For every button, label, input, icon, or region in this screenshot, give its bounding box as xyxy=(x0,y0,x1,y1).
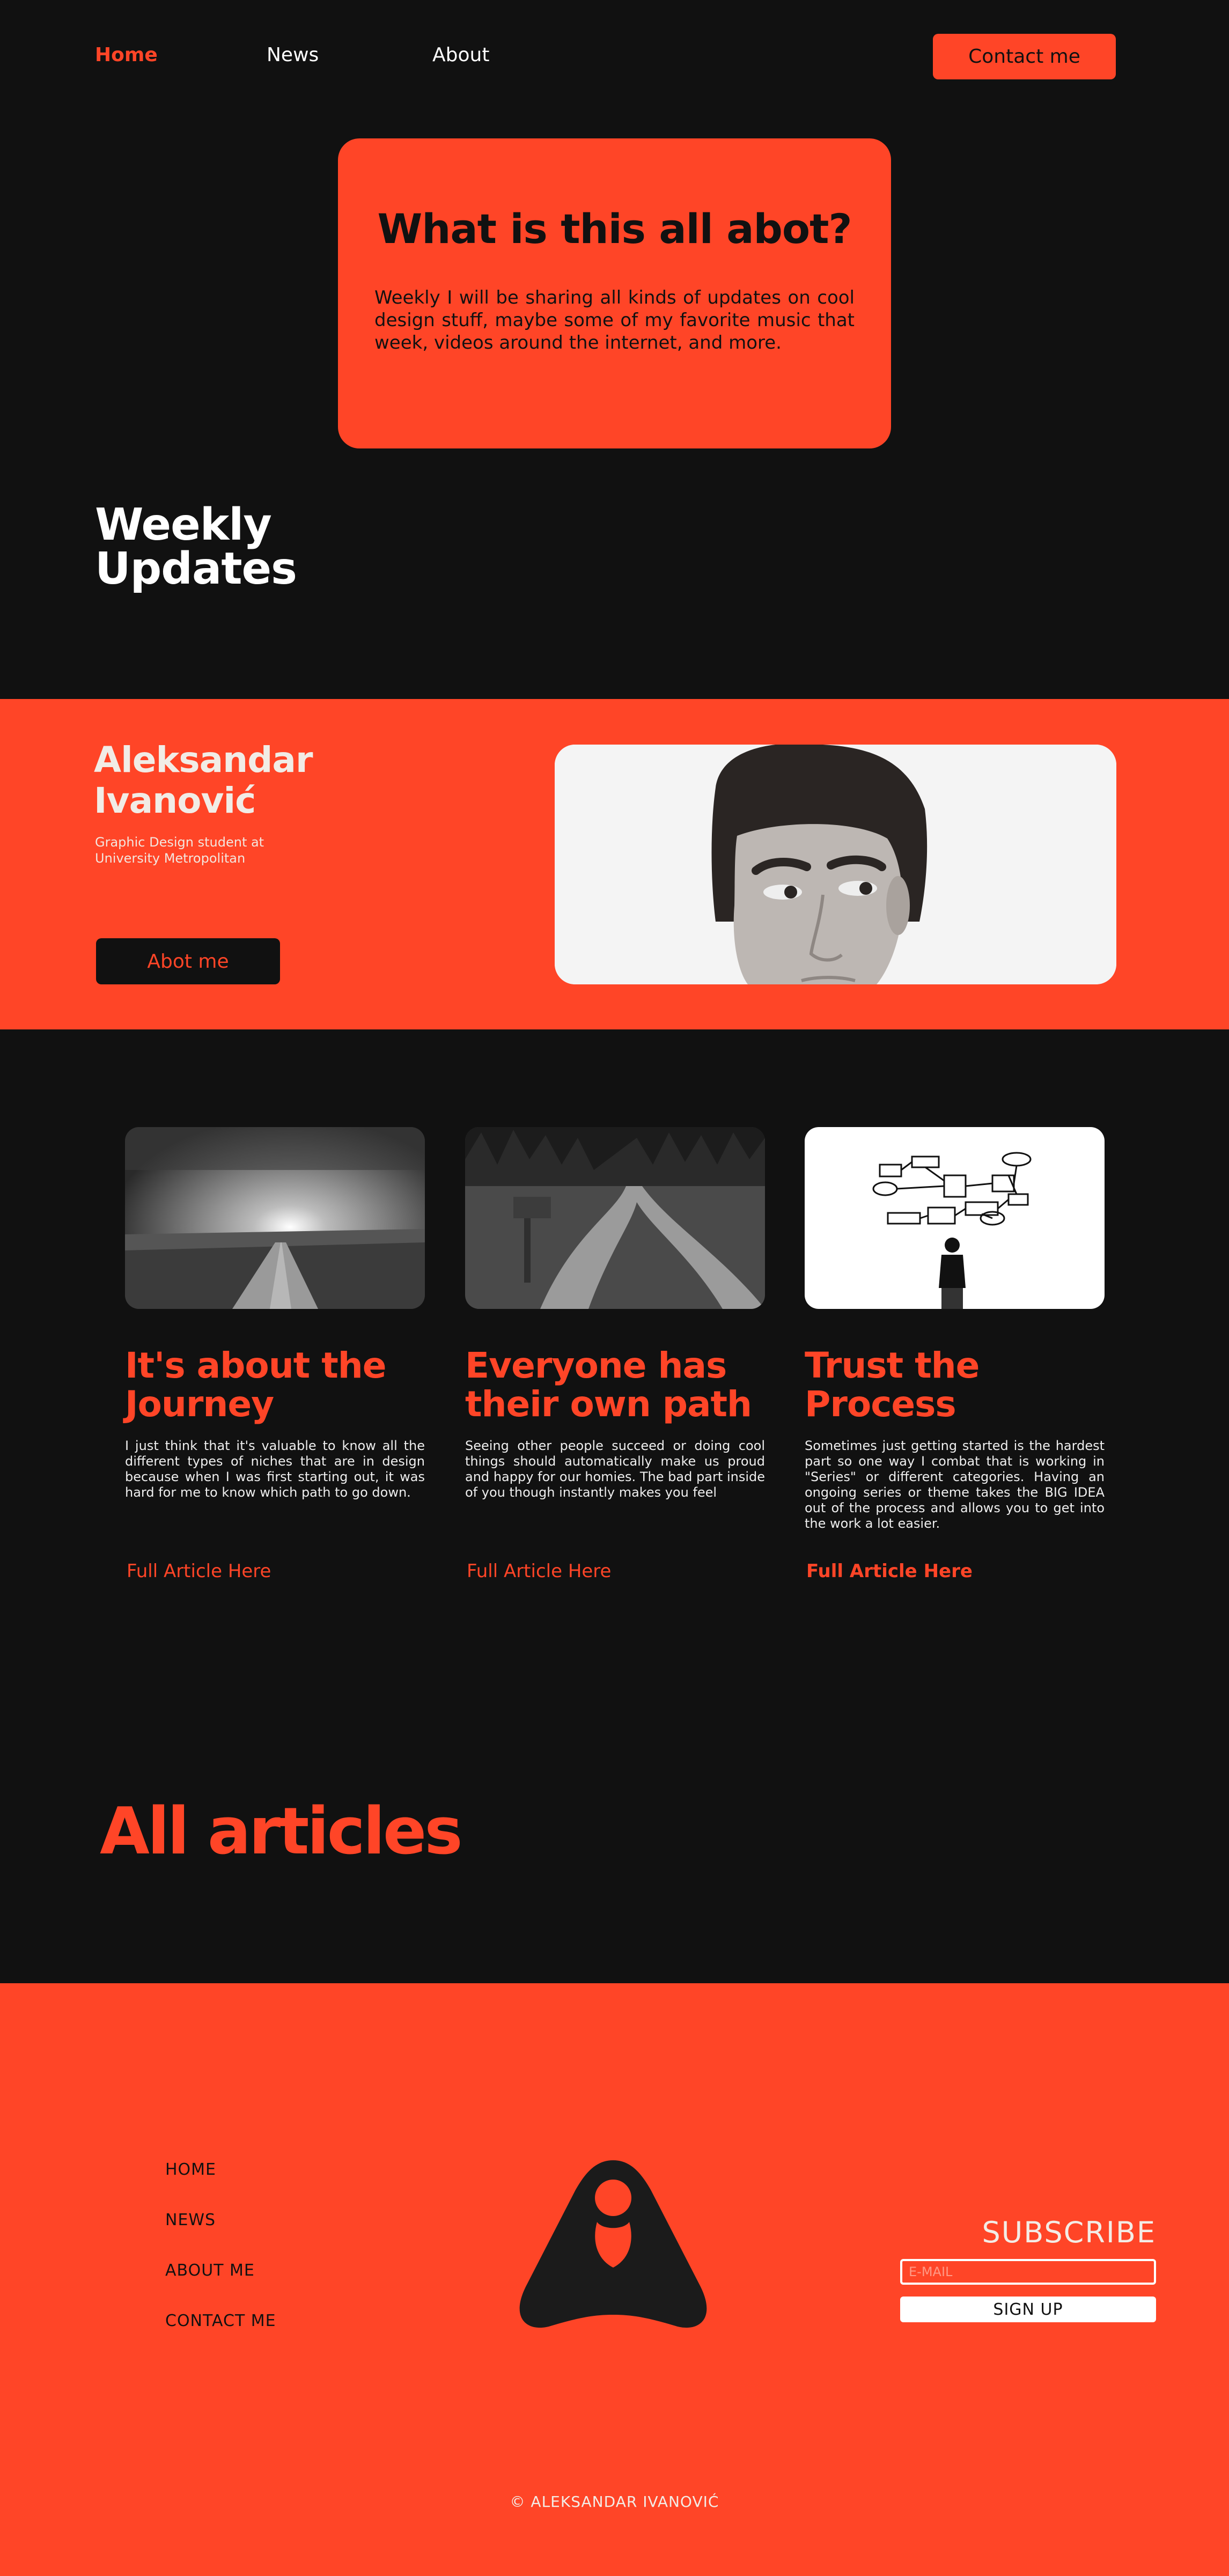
footer-link-about[interactable]: ABOUT ME xyxy=(165,2261,276,2312)
portrait-photo xyxy=(555,745,1116,984)
intro-text: Weekly I will be sharing all kinds of up… xyxy=(374,287,855,354)
article-excerpt-path: Seeing other people succeed or doing coo… xyxy=(465,1438,765,1500)
profile-subtitle: Graphic Design student at University Met… xyxy=(95,834,264,866)
nav-news-link[interactable]: News xyxy=(267,44,319,66)
article-title-path-line1: Everyone has xyxy=(465,1345,727,1386)
subscribe-form: SUBSCRIBE SIGN UP xyxy=(900,2216,1156,2322)
article-image-road xyxy=(125,1127,425,1309)
footer: HOME NEWS ABOUT ME CONTACT ME SUBSCRIBE … xyxy=(0,1983,1229,2576)
article-excerpt-journey: I just think that it's valuable to know … xyxy=(125,1438,425,1500)
profile-last-name: Ivanović xyxy=(94,780,256,821)
profile-section: Aleksandar Ivanović Graphic Design stude… xyxy=(0,699,1229,1029)
site-logo xyxy=(517,2160,710,2337)
subscribe-title: SUBSCRIBE xyxy=(982,2216,1156,2249)
about-me-button[interactable]: Abot me xyxy=(96,938,280,984)
article-link-journey[interactable]: Full Article Here xyxy=(127,1561,271,1582)
profile-first-name: Aleksandar xyxy=(94,739,313,781)
article-image-flowchart xyxy=(805,1127,1105,1309)
footer-link-news[interactable]: NEWS xyxy=(165,2211,276,2261)
article-title-path-line2: their own path xyxy=(465,1383,752,1425)
all-articles-heading[interactable]: All articles xyxy=(100,1794,463,1869)
weekly-heading-line1: Weekly xyxy=(95,499,272,550)
nav-about-link[interactable]: About xyxy=(432,44,489,66)
article-title-journey: It's about the Journey xyxy=(125,1346,425,1424)
email-field[interactable] xyxy=(900,2259,1156,2285)
article-card-path: Everyone has their own path Seeing other… xyxy=(465,1127,765,1582)
article-link-path[interactable]: Full Article Here xyxy=(467,1561,611,1582)
intro-title: What is this all abot? xyxy=(377,205,852,253)
article-title-journey-line1: It's about the xyxy=(125,1345,387,1386)
article-excerpt-process: Sometimes just getting started is the ha… xyxy=(805,1438,1105,1531)
intro-card: What is this all abot? Weekly I will be … xyxy=(338,138,891,448)
copyright-text: © ALEKSANDAR IVANOVIĆ xyxy=(510,2493,719,2511)
article-card-process: Trust the Process Sometimes just getting… xyxy=(805,1127,1105,1582)
article-card-journey: It's about the Journey I just think that… xyxy=(125,1127,425,1582)
article-title-journey-line2: Journey xyxy=(125,1383,274,1425)
profile-name: Aleksandar Ivanović xyxy=(94,740,313,821)
article-link-process[interactable]: Full Article Here xyxy=(806,1561,973,1582)
footer-link-home[interactable]: HOME xyxy=(165,2160,276,2211)
top-nav: Home News About Contact me xyxy=(0,0,1229,113)
sign-up-button[interactable]: SIGN UP xyxy=(900,2297,1156,2322)
article-title-process-line2: Process xyxy=(805,1383,956,1425)
profile-subtitle-line1: Graphic Design student at xyxy=(95,835,264,850)
weekly-updates-heading: Weekly Updates xyxy=(95,503,297,591)
article-title-process: Trust the Process xyxy=(805,1346,1105,1424)
article-title-process-line1: Trust the xyxy=(805,1345,980,1386)
footer-links: HOME NEWS ABOUT ME CONTACT ME xyxy=(165,2160,276,2362)
weekly-heading-line2: Updates xyxy=(95,543,297,594)
contact-me-button[interactable]: Contact me xyxy=(933,34,1116,79)
profile-subtitle-line2: University Metropolitan xyxy=(95,851,246,866)
nav-home-link[interactable]: Home xyxy=(95,44,158,66)
article-image-forest-path xyxy=(465,1127,765,1309)
article-title-path: Everyone has their own path xyxy=(465,1346,765,1424)
footer-link-contact[interactable]: CONTACT ME xyxy=(165,2312,276,2362)
